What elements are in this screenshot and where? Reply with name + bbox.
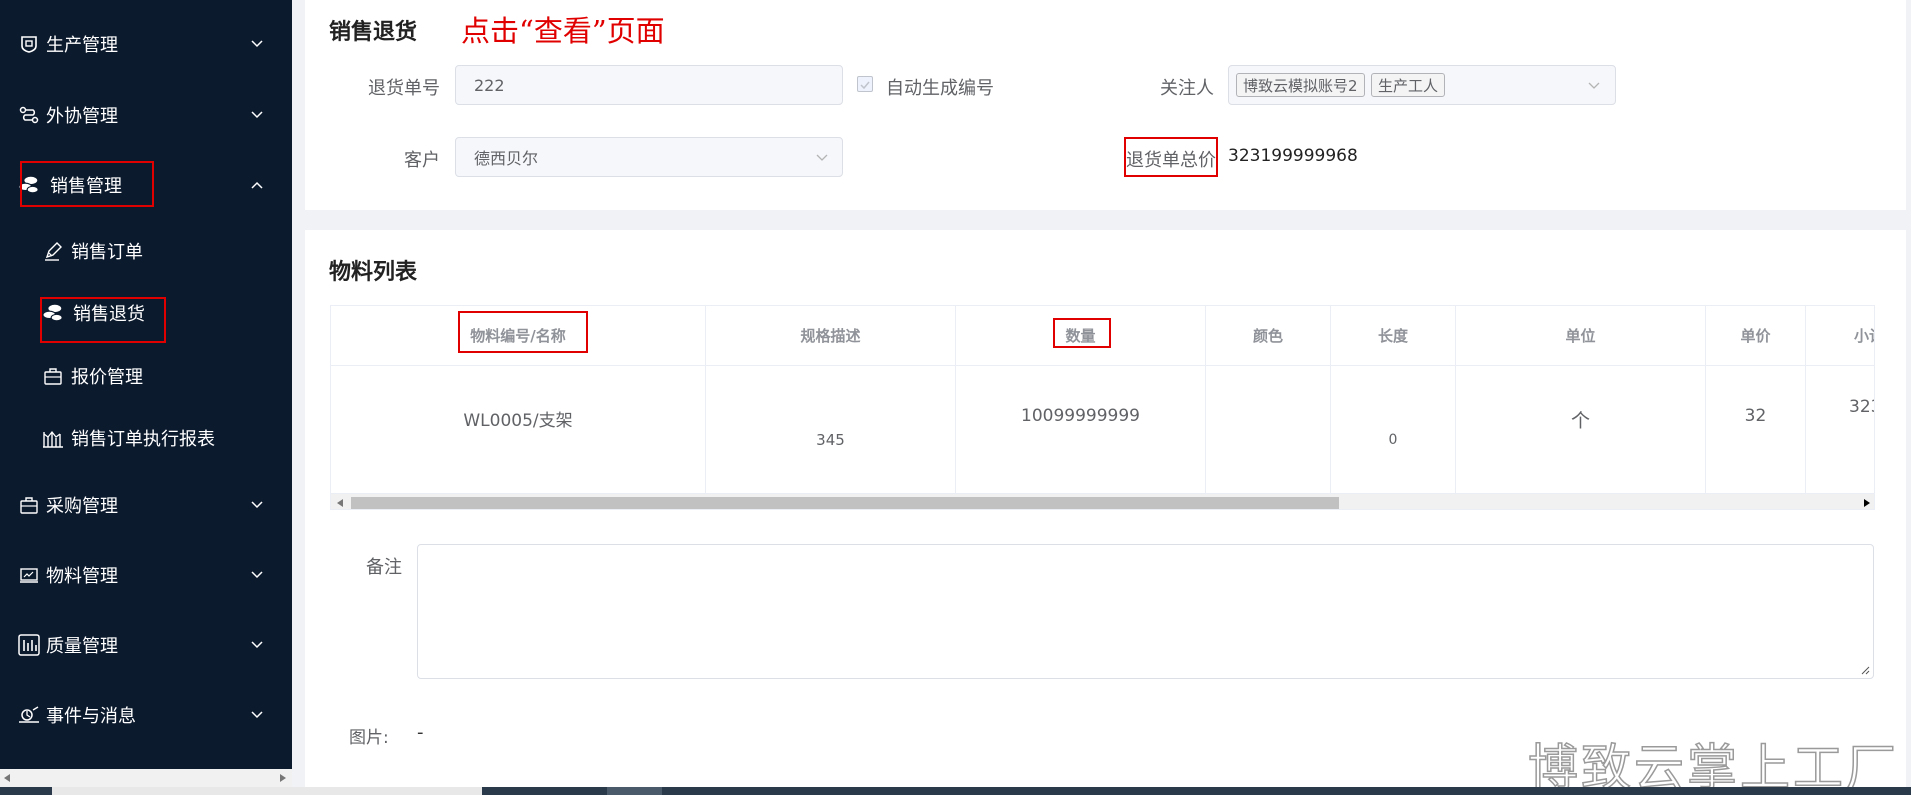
chevron-down-icon (251, 40, 263, 48)
cell-spec: 345 (706, 366, 956, 493)
route-icon (18, 104, 40, 126)
sidebar-item-order-report[interactable]: 销售订单执行报表 (0, 414, 292, 462)
column-header[interactable]: 规格描述 (706, 306, 956, 366)
remark-textarea[interactable] (417, 544, 1874, 679)
scroll-left-icon[interactable] (337, 499, 343, 507)
menu-events[interactable]: 事件与消息 (0, 687, 292, 743)
bars-icon (18, 634, 40, 656)
materials-table: 物料编号/名称 规格描述 数量 颜色 长度 单位 单价 小计 WL0005/支架… (330, 305, 1875, 510)
menu-label: 销售管理 (50, 176, 122, 197)
chevron-down-icon (816, 154, 828, 161)
sidebar-item-quotation[interactable]: 报价管理 (0, 352, 292, 400)
monitor-icon (18, 564, 40, 586)
factory-icon (18, 33, 40, 55)
menu-label: 生产管理 (46, 35, 118, 56)
cell-price: 32 (1706, 366, 1806, 493)
sidebar-horizontal-scrollbar[interactable] (0, 769, 292, 787)
menu-material[interactable]: 物料管理 (0, 547, 292, 603)
subtotal-line-1: 323199 (1849, 397, 1874, 417)
annotation-text: 点击“查看”页面 (461, 14, 665, 48)
cell-code-name: WL0005/支架 (331, 366, 706, 493)
menu-quality[interactable]: 质量管理 (0, 617, 292, 673)
scrollbar-thumb[interactable] (351, 497, 1339, 509)
auto-generate-label: 自动生成编号 (886, 78, 994, 99)
customer-value: 德西贝尔 (474, 149, 539, 168)
cell-subtotal: 323199 68 (1806, 366, 1874, 493)
taskbar-segment (607, 787, 662, 795)
follower-tag: 生产工人 (1371, 73, 1446, 97)
cell-unit: 个 (1456, 366, 1706, 493)
column-header[interactable]: 小计 (1806, 306, 1874, 366)
chevron-down-icon (251, 711, 263, 719)
taskbar-strip (0, 787, 1911, 795)
customer-select[interactable]: 德西贝尔 (455, 137, 843, 177)
remark-label: 备注 (366, 557, 402, 578)
follower-tag: 博致云模拟账号2 (1236, 73, 1365, 97)
sidebar-item-sales-order[interactable]: 销售订单 (0, 227, 292, 275)
image-value: - (417, 722, 424, 743)
sub-item-label: 销售订单 (71, 242, 143, 263)
chevron-down-icon (251, 111, 263, 119)
image-label: 图片: (349, 728, 389, 748)
menu-purchase[interactable]: 采购管理 (0, 477, 292, 533)
cell-length: 0 (1331, 366, 1456, 493)
scroll-left-icon[interactable] (4, 774, 10, 782)
chevron-down-icon (1588, 82, 1600, 89)
page-title: 销售退货 (329, 20, 418, 45)
table-horizontal-scrollbar[interactable] (331, 493, 1874, 509)
return-no-label: 退货单号 (368, 78, 440, 99)
scroll-right-icon[interactable] (1864, 499, 1870, 507)
column-header[interactable]: 数量 (956, 306, 1206, 366)
menu-outsourcing[interactable]: 外协管理 (0, 87, 292, 143)
menu-label: 事件与消息 (46, 706, 136, 727)
resize-handle-icon[interactable] (1860, 665, 1870, 675)
sub-item-label: 销售退货 (73, 304, 145, 325)
sidebar-item-sales-return[interactable]: 销售退货 (0, 289, 292, 337)
customer-label: 客户 (404, 150, 440, 171)
return-no-input[interactable]: 222 (455, 65, 843, 105)
return-no-value: 222 (474, 75, 505, 95)
watermark-text: 博致云掌上工厂 (1527, 738, 1899, 795)
column-header[interactable]: 物料编号/名称 (331, 306, 706, 366)
cell-color (1206, 366, 1331, 493)
column-header[interactable]: 长度 (1331, 306, 1456, 366)
pen-icon (42, 240, 64, 262)
follower-label: 关注人 (1160, 78, 1214, 99)
coins-icon (18, 174, 40, 196)
menu-sales[interactable]: 销售管理 (0, 157, 292, 213)
column-header[interactable]: 单位 (1456, 306, 1706, 366)
menu-label: 质量管理 (46, 636, 118, 657)
message-icon (18, 704, 40, 726)
subtotal-line-2: 68 (1849, 426, 1874, 464)
chevron-down-icon (251, 501, 263, 509)
total-price-label: 退货单总价 (1126, 150, 1216, 171)
column-header[interactable]: 单价 (1706, 306, 1806, 366)
menu-label: 物料管理 (46, 566, 118, 587)
coins-icon (42, 302, 64, 324)
sub-item-label: 销售订单执行报表 (71, 429, 215, 450)
menu-label: 采购管理 (46, 496, 118, 517)
bag-icon (18, 494, 40, 516)
check-icon (860, 81, 870, 90)
chevron-up-icon (251, 181, 263, 189)
scroll-right-icon[interactable] (280, 774, 286, 782)
sub-item-label: 报价管理 (71, 367, 143, 388)
menu-production[interactable]: 生产管理 (0, 16, 292, 72)
sidebar: 生产管理 外协管理 销售管理 销售订单 销售退货 报价管理 销售订单执行报表 采… (0, 0, 292, 795)
auto-generate-checkbox[interactable] (857, 76, 873, 92)
cell-quantity: 10099999999 (956, 366, 1206, 493)
column-header[interactable]: 颜色 (1206, 306, 1331, 366)
chart-icon (42, 427, 64, 449)
chevron-down-icon (251, 571, 263, 579)
chevron-down-icon (251, 641, 263, 649)
menu-label: 外协管理 (46, 106, 118, 127)
taskbar-segment (52, 787, 482, 795)
bag-icon (42, 365, 64, 387)
total-price-value: 323199999968 (1228, 146, 1358, 166)
materials-title: 物料列表 (329, 260, 418, 285)
